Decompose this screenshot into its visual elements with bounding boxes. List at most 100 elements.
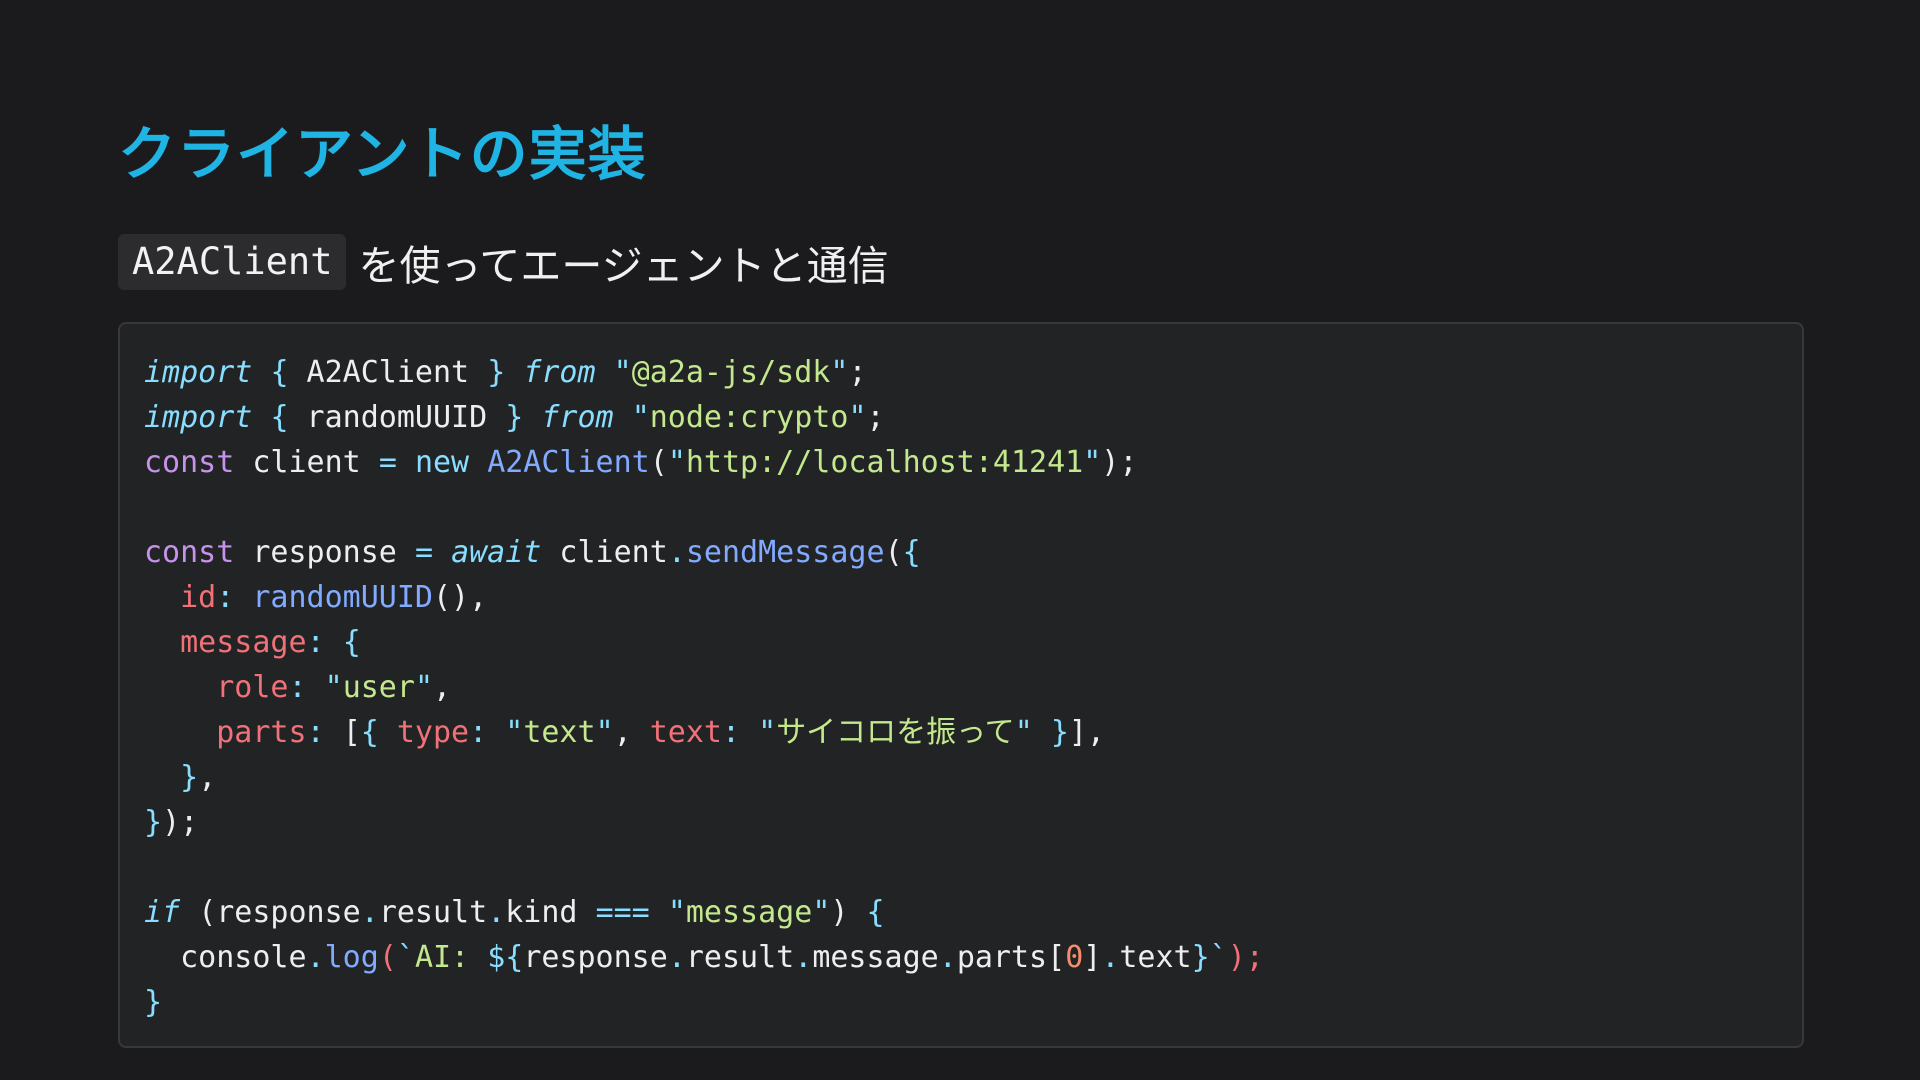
code-line: parts: [{ type: "text", text: "サイコロを振って"… [144,710,1778,755]
code-token: " [414,670,433,705]
code-token: message [685,895,813,930]
code-token: id [180,580,217,615]
code-token: text [1119,940,1192,975]
code-token: " [848,400,867,435]
code-token: . [938,940,957,975]
code-token: role [216,670,289,705]
code-token: : [288,670,307,705]
code-token: ; [866,400,885,435]
code-token: sendMessage [685,535,885,570]
code-token: client [541,535,668,570]
code-token: " [667,445,686,480]
code-token: console [144,940,307,975]
code-token: 0 [1065,940,1084,975]
code-token: . [360,895,379,930]
subtitle-text: を使ってエージェントと通信 [358,242,889,290]
code-token: message [180,625,307,660]
code-token: : [216,580,235,615]
code-token: { [270,400,289,435]
code-token: ( [884,535,903,570]
code-token: , [613,715,632,750]
code-token: , [198,760,217,795]
code-token: A2AClient [487,445,650,480]
code-token: " [595,715,614,750]
code-token: " [505,715,524,750]
code-token: " [812,895,831,930]
code-token: ( [198,895,217,930]
code-token: = [414,535,433,570]
code-token: ${ [487,940,524,975]
code-content[interactable]: import { A2AClient } from "@a2a-js/sdk";… [144,350,1778,1025]
code-line: }); [144,800,1778,845]
slide-title: クライアントの実装 [118,120,647,188]
code-token: A2AClient [288,355,488,390]
code-token: from [541,400,614,435]
code-token: response [523,940,668,975]
code-token: { [866,895,885,930]
code-line: const response = await client.sendMessag… [144,530,1778,575]
code-token: " [1014,715,1033,750]
code-token: ); [1101,445,1138,480]
slide: クライアントの実装 A2AClient を使ってエージェントと通信 import… [0,0,1920,1080]
code-token: " [830,355,849,390]
code-token: client [234,445,379,480]
code-token: . [667,535,686,570]
code-line: id: randomUUID(), [144,575,1778,620]
code-token: . [794,940,813,975]
code-token: ( [378,940,397,975]
code-line: import { A2AClient } from "@a2a-js/sdk"; [144,350,1778,395]
code-token: : [722,715,741,750]
code-token: [ [342,715,361,750]
code-token: parts [956,940,1048,975]
code-token: new [414,445,470,480]
code-block[interactable]: import { A2AClient } from "@a2a-js/sdk";… [118,322,1804,1048]
code-token: { [270,355,289,390]
code-token: { [902,535,921,570]
code-token: parts [216,715,307,750]
code-token: ], [1068,715,1105,750]
code-token: type [396,715,470,750]
code-token: } [505,400,524,435]
code-token: ` [396,940,415,975]
code-token: } [1050,715,1069,750]
code-token: text [649,715,722,750]
code-line: import { randomUUID } from "node:crypto"… [144,395,1778,440]
code-line: const client = new A2AClient("http://loc… [144,440,1778,485]
inline-code-a2aclient: A2AClient [118,234,347,290]
code-token: ) [830,895,849,930]
code-token: if [144,895,181,930]
code-line: role: "user", [144,665,1778,710]
code-line: } [144,980,1778,1025]
code-token: import [144,400,253,435]
code-token: } [180,760,199,795]
code-token: ( [649,445,668,480]
code-token: randomUUID [288,400,506,435]
code-token: await [451,535,542,570]
code-token: ); [162,805,199,840]
code-token: === [595,895,650,930]
code-token: } [144,985,163,1020]
code-token: サイコロを振って [776,715,1015,750]
code-token: response [234,535,415,570]
code-token: response [216,895,361,930]
code-token: . [487,895,506,930]
